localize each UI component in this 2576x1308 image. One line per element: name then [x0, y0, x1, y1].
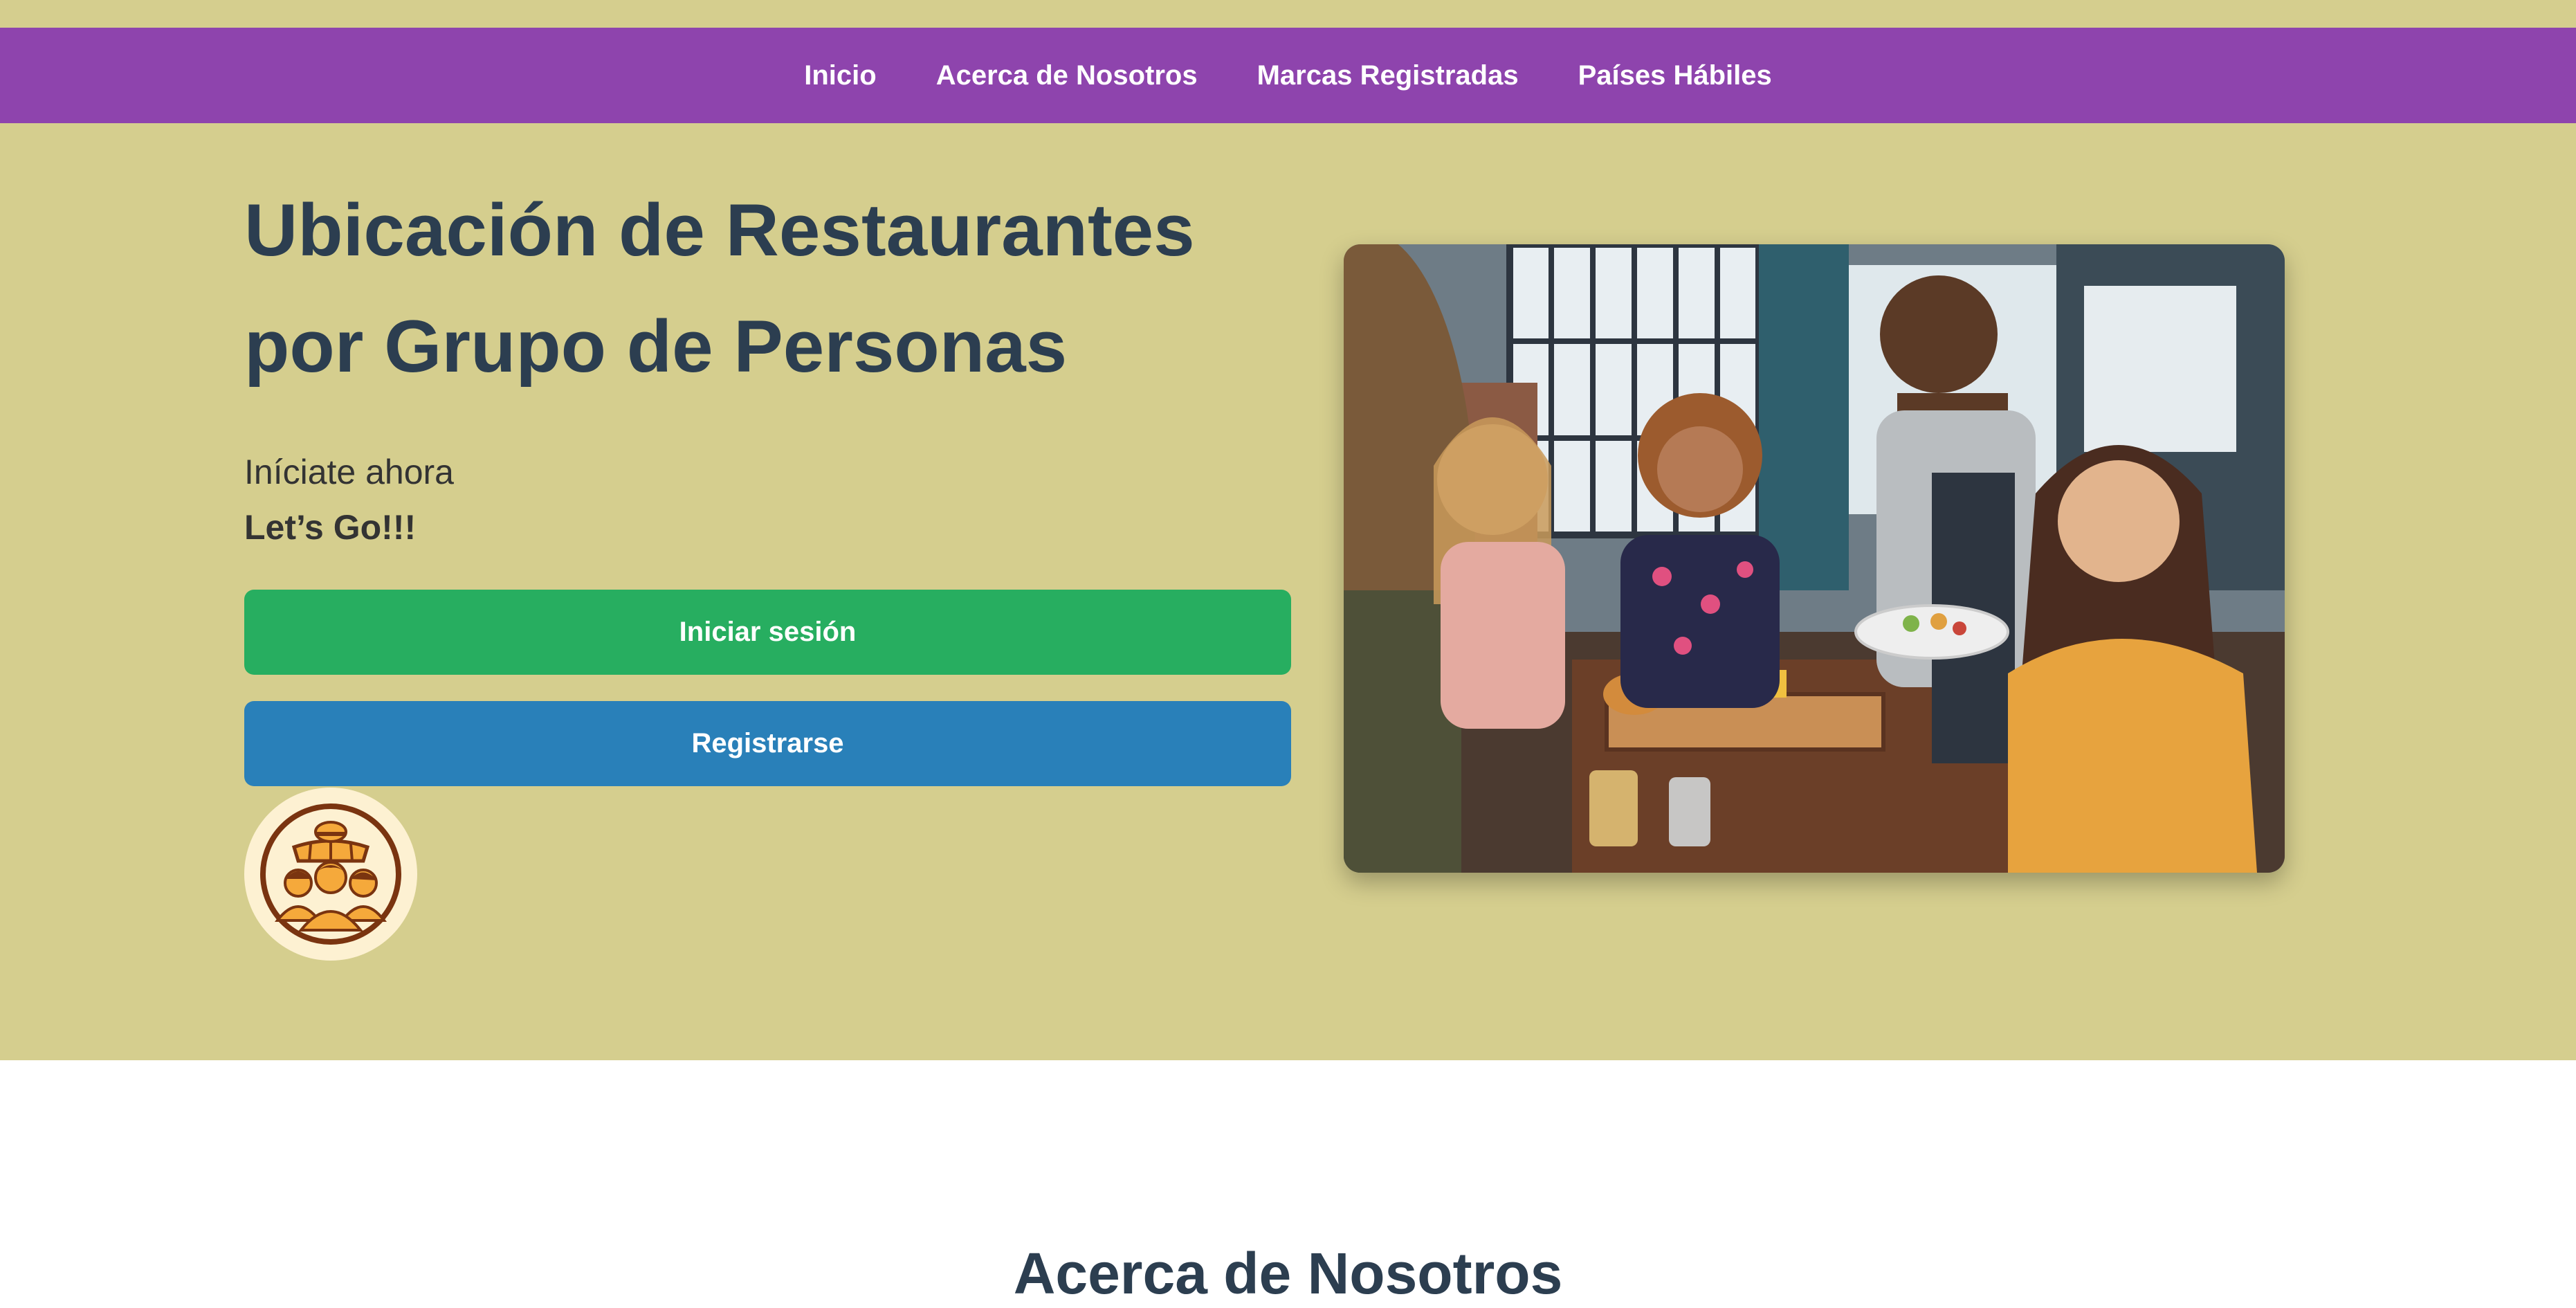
about-section-title: Acerca de Nosotros — [1013, 1241, 1563, 1306]
hero-title-line-2: por Grupo de Personas — [244, 305, 1068, 388]
top-strip — [0, 0, 2576, 28]
nav-link-marcas-registradas[interactable]: Marcas Registradas — [1257, 62, 1519, 89]
main-navbar: Inicio Acerca de Nosotros Marcas Registr… — [0, 28, 2576, 123]
register-button[interactable]: Registrarse — [244, 701, 1291, 786]
restaurant-group-logo-icon — [244, 788, 417, 961]
login-button[interactable]: Iniciar sesión — [244, 590, 1291, 675]
nav-link-paises-habiles[interactable]: Países Hábiles — [1578, 62, 1772, 89]
hero-subtitle: Iníciate ahora — [244, 453, 454, 491]
nav-link-inicio[interactable]: Inicio — [804, 62, 876, 89]
hero-content: Ubicación de Restaurantes por Grupo de P… — [244, 172, 1291, 961]
hero-section: Ubicación de Restaurantes por Grupo de P… — [0, 123, 2576, 1060]
restaurant-group-photo — [1344, 244, 2285, 873]
hero-title-line-1: Ubicación de Restaurantes — [244, 188, 1195, 271]
hero-title: Ubicación de Restaurantes por Grupo de P… — [244, 172, 1291, 404]
hero-tagline: Let’s Go!!! — [244, 508, 417, 547]
nav-link-acerca-de-nosotros[interactable]: Acerca de Nosotros — [936, 62, 1198, 89]
